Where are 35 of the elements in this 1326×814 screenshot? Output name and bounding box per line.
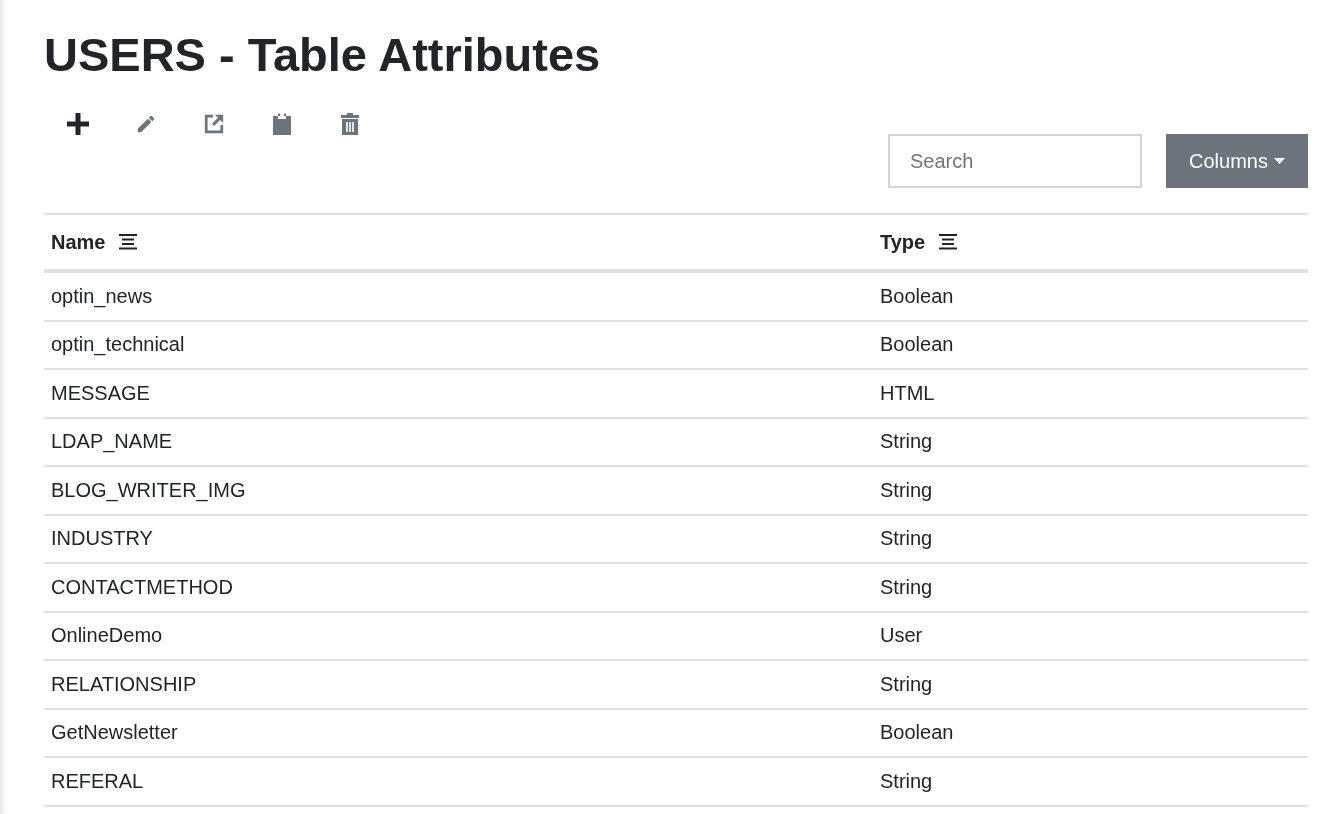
table-cell: GetNewsletter xyxy=(44,708,873,757)
table-cell: String xyxy=(873,514,1308,563)
page-title: USERS - Table Attributes xyxy=(44,27,602,83)
table-cell: User xyxy=(873,611,1308,660)
table-cell: optin_news xyxy=(44,271,873,321)
table-cell: String xyxy=(873,757,1308,806)
table-cell: HTML xyxy=(873,369,1308,418)
table-cell: String xyxy=(873,417,1308,466)
table-cell: REFERAL xyxy=(44,757,873,806)
table-cell: String xyxy=(873,466,1308,515)
columns-dropdown-button[interactable]: Columns xyxy=(1166,134,1308,188)
table-cell: BLOG_WRITER_IMG xyxy=(44,466,873,515)
sort-icon[interactable] xyxy=(119,234,138,250)
external-link-icon xyxy=(203,113,225,135)
table-cell: String xyxy=(873,660,1308,709)
column-title: Type xyxy=(880,230,926,254)
table-cell: String xyxy=(873,563,1308,612)
caret-icon xyxy=(1273,158,1285,164)
plus-icon xyxy=(67,113,89,135)
search-field[interactable]: Search xyxy=(888,134,1142,188)
table-cell: INDUSTRY xyxy=(44,514,873,563)
table-cell: OnlineDemo xyxy=(44,611,873,660)
table-cell: Boolean xyxy=(873,271,1308,321)
table-cell: Boolean xyxy=(873,708,1308,757)
table-cell: MESSAGE xyxy=(44,369,873,418)
clipboard-icon xyxy=(272,113,292,135)
table-cell: Boolean xyxy=(873,320,1308,369)
sort-icon[interactable] xyxy=(939,234,958,250)
column-title: Name xyxy=(51,230,106,254)
table-cell: CONTACTMETHOD xyxy=(44,563,873,612)
table-cell: RELATIONSHIP xyxy=(44,660,873,709)
table-cell: optin_technical xyxy=(44,320,873,369)
trash-icon xyxy=(340,113,360,135)
pencil-icon xyxy=(135,113,157,135)
table-cell: LDAP_NAME xyxy=(44,417,873,466)
